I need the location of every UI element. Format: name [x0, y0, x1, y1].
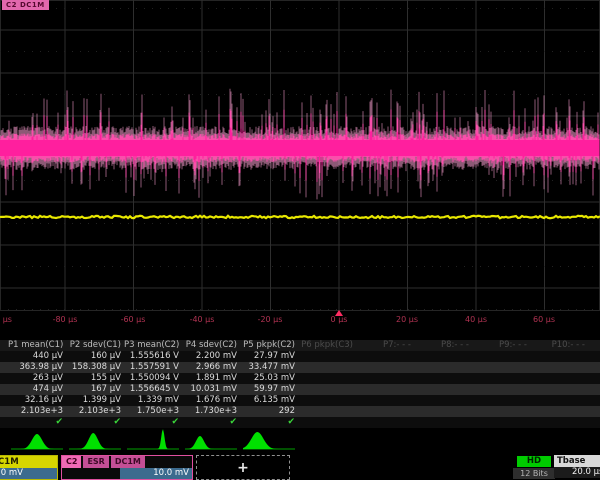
timebase-descriptor[interactable]: Tbase 20.0 µs — [554, 455, 600, 480]
channel-c1-descriptor[interactable]: DC1M 50.0 mV — [0, 455, 58, 480]
measurement-value: 363.98 µV — [8, 362, 66, 373]
measurement-value: 1.399 µV — [66, 395, 124, 406]
resolution-bits-label: 12 Bits — [513, 468, 555, 479]
measurement-value: 10.031 mV — [182, 384, 240, 395]
time-tick-label: -20 µs — [258, 315, 283, 324]
measurement-value: 1.555616 V — [124, 351, 182, 362]
histicon-row[interactable] — [0, 428, 600, 454]
measurement-value: 2.103e+3 — [8, 406, 66, 417]
oscilloscope-screen: C2 DC1M -100 µs -80 µs -60 µs -40 µs -20 µs 0… — [0, 0, 600, 480]
measurement-header[interactable]: P8:- - - — [414, 340, 472, 351]
measurement-value: 1.891 mV — [182, 373, 240, 384]
measurement-value: 1.557591 V — [124, 362, 182, 373]
timebase-value: 20.0 µs — [554, 467, 600, 478]
measurement-value: 33.477 mV — [240, 362, 298, 373]
channel-c2-descriptor[interactable]: C2 ESR DC1M 10.0 mV — [61, 455, 193, 480]
c1-coupling-label: DC1M — [0, 456, 57, 468]
measurement-value: 160 µV — [66, 351, 124, 362]
measurement-value: 1.676 mV — [182, 395, 240, 406]
measurement-row-value: 440 µV160 µV1.555616 V2.200 mV27.97 mV — [0, 351, 600, 362]
status-check-icon: ✔ — [240, 417, 298, 428]
measurement-value: 474 µV — [8, 384, 66, 395]
measurement-value: 2.200 mV — [182, 351, 240, 362]
measurement-value: 1.750e+3 — [124, 406, 182, 417]
measurement-header[interactable]: P1 mean(C1) — [8, 340, 66, 351]
time-axis: -100 µs -80 µs -60 µs -40 µs -20 µs 0 µs 20 µs… — [0, 312, 600, 326]
measurement-value: 167 µV — [66, 384, 124, 395]
measurement-header[interactable]: P6 pkpk(C3) — [298, 340, 356, 351]
measurement-row-max: 474 µV167 µV1.556645 V10.031 mV59.97 mV — [0, 384, 600, 395]
measurement-row-mean: 363.98 µV158.308 µV1.557591 V2.966 mV33.… — [0, 362, 600, 373]
measurement-value: 263 µV — [8, 373, 66, 384]
measurement-value: 158.308 µV — [66, 362, 124, 373]
measurement-value: 1.556645 V — [124, 384, 182, 395]
measurement-header[interactable]: P7:- - - — [356, 340, 414, 351]
measurement-value: 1.550094 V — [124, 373, 182, 384]
measurement-header[interactable]: P9:- - - — [472, 340, 530, 351]
histicon-plot — [0, 428, 600, 454]
status-check-icon: ✔ — [66, 417, 124, 428]
c1-scale-value: 50.0 mV — [0, 468, 57, 479]
time-tick-label: -40 µs — [190, 315, 215, 324]
measurement-status-row: ✔✔✔✔✔ — [0, 417, 600, 428]
c2-scale-value: 10.0 mV — [120, 468, 192, 479]
measurement-header[interactable]: P2 sdev(C1) — [66, 340, 124, 351]
measurement-value: 6.135 mV — [240, 395, 298, 406]
measurement-row-min: 263 µV155 µV1.550094 V1.891 mV25.03 mV — [0, 373, 600, 384]
timebase-label: Tbase — [554, 455, 600, 467]
c2-coupling-badge: DC1M — [111, 456, 145, 468]
time-tick-label: -80 µs — [53, 315, 78, 324]
measurement-value: 27.97 mV — [240, 351, 298, 362]
waveform-grid[interactable]: C2 DC1M — [0, 0, 600, 312]
measurement-row-sdev: 32.16 µV1.399 µV1.339 mV1.676 mV6.135 mV — [0, 395, 600, 406]
status-check-icon: ✔ — [182, 417, 240, 428]
time-tick-label: -60 µs — [121, 315, 146, 324]
add-trace-button[interactable]: + — [196, 455, 290, 480]
c2-scale-row: 10.0 mV — [62, 468, 192, 479]
measurement-table: P1 mean(C1)P2 sdev(C1)P3 mean(C2)P4 sdev… — [0, 340, 600, 428]
measurement-value: 2.966 mV — [182, 362, 240, 373]
measurement-value: 32.16 µV — [8, 395, 66, 406]
trace-descriptor-badge[interactable]: C2 DC1M — [2, 0, 49, 10]
measurement-value: 2.103e+3 — [66, 406, 124, 417]
measurement-header[interactable]: P3 mean(C2) — [124, 340, 182, 351]
waveform-plot — [0, 0, 600, 312]
time-tick-label: -100 µs — [0, 315, 12, 324]
c2-badges: C2 ESR DC1M — [62, 456, 192, 468]
measurement-header[interactable]: P5 pkpk(C2) — [240, 340, 298, 351]
measurement-header-row: P1 mean(C1)P2 sdev(C1)P3 mean(C2)P4 sdev… — [0, 340, 600, 351]
measurement-row-num: 2.103e+32.103e+31.750e+31.730e+3292 — [0, 406, 600, 417]
measurement-header[interactable]: P10:- - - — [530, 340, 588, 351]
measurement-value: 292 — [240, 406, 298, 417]
c2-label-badge: C2 — [62, 456, 81, 468]
measurement-value: 1.730e+3 — [182, 406, 240, 417]
measurement-header[interactable]: P — [588, 340, 600, 351]
status-check-icon: ✔ — [8, 417, 66, 428]
time-tick-label: 0 µs — [331, 315, 348, 324]
hd-mode-badge[interactable]: HD — [517, 456, 551, 467]
c2-esr-badge: ESR — [83, 456, 108, 468]
measurement-value: 1.339 mV — [124, 395, 182, 406]
measurement-value: 440 µV — [8, 351, 66, 362]
measurement-value: 155 µV — [66, 373, 124, 384]
time-tick-label: 40 µs — [465, 315, 487, 324]
descriptor-bar: DC1M 50.0 mV C2 ESR DC1M 10.0 mV + HD 12… — [0, 455, 600, 480]
measurement-value: 25.03 mV — [240, 373, 298, 384]
time-tick-label: 20 µs — [396, 315, 418, 324]
time-tick-label: 60 µs — [533, 315, 555, 324]
measurement-header[interactable]: P4 sdev(C2) — [182, 340, 240, 351]
plus-icon: + — [237, 460, 249, 476]
measurement-value: 59.97 mV — [240, 384, 298, 395]
status-check-icon: ✔ — [124, 417, 182, 428]
